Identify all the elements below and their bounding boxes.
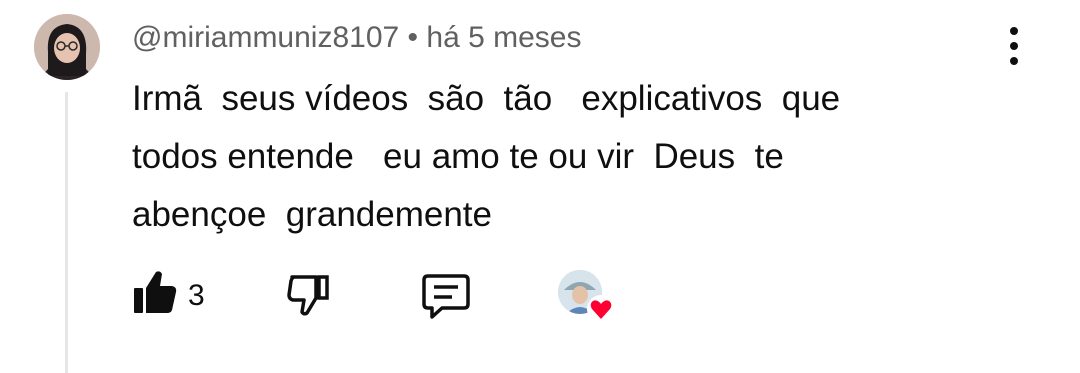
creator-heart-badge[interactable]: [558, 270, 618, 326]
like-button[interactable]: [132, 268, 178, 318]
avatar[interactable]: [34, 14, 100, 80]
comment-meta: @miriammuniz8107 • há 5 meses: [132, 20, 581, 56]
avatar-image: [34, 14, 100, 80]
thumb-up-filled-icon: [134, 271, 177, 313]
comment-text: Irmã seus vídeos são tão explicativos qu…: [132, 79, 841, 234]
thread-line: [65, 92, 68, 373]
comment-reply-icon: [422, 274, 470, 319]
more-vertical-icon: [1010, 27, 1018, 65]
reply-button[interactable]: [420, 270, 472, 322]
thumb-down-outline-icon: [287, 275, 329, 316]
comment-author[interactable]: @miriammuniz8107: [132, 21, 399, 54]
like-count: 3: [188, 279, 205, 312]
meta-separator: •: [399, 21, 427, 54]
creator-heart-icon: [587, 295, 615, 323]
dislike-button[interactable]: [286, 268, 332, 318]
more-menu-button[interactable]: [1000, 22, 1028, 70]
comment-time: há 5 meses: [426, 21, 582, 54]
